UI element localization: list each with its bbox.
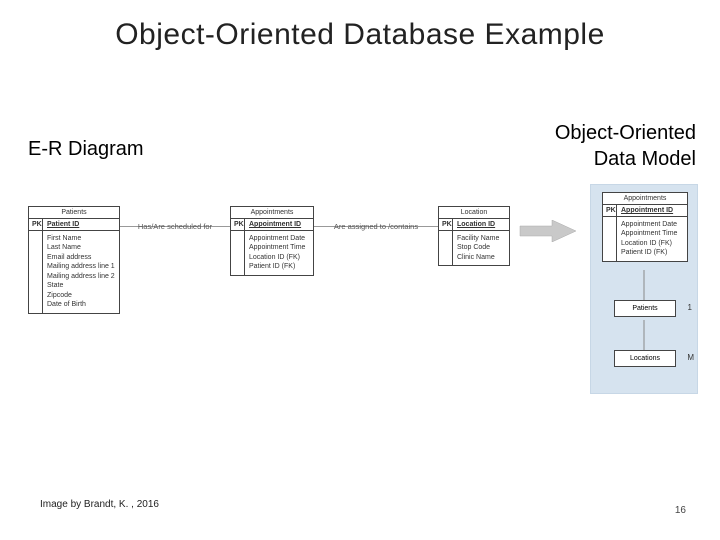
relation-label-1: Has/Are scheduled for [128,222,222,231]
oo-patients-box: Patients [614,300,676,317]
attr: Zipcode [47,291,115,300]
pk-label: PK [29,219,43,230]
oo-appointments-attrs: Appointment Date Appointment Time Locati… [603,217,687,261]
oo-appointments: Appointments PK Appointment ID Appointme… [602,192,688,262]
slide-title: Object-Oriented Database Example [0,18,720,52]
label-oo-line1: Object-Oriented [555,120,696,146]
cardinality-1: 1 [688,303,692,312]
label-oo-data-model: Object-Oriented Data Model [555,120,696,172]
pk-label: PK [439,219,453,230]
attr: Email address [47,253,115,262]
cardinality-m: M [687,353,694,362]
attr: Appointment Time [621,229,683,238]
attr: Date of Birth [47,300,115,309]
entity-patients: Patients PK Patient ID First Name Last N… [28,206,120,314]
pk-field: Patient ID [43,219,119,230]
attr: Appointment Date [249,234,309,243]
oo-appointments-title: Appointments [603,193,687,205]
entity-patients-pkrow: PK Patient ID [29,219,119,231]
entity-location-pkrow: PK Location ID [439,219,509,231]
pk-label: PK [603,205,617,216]
attr: Mailing address line 2 [47,272,115,281]
label-er-diagram: E-R Diagram [28,138,144,161]
attr: Last Name [47,243,115,252]
pk-label: PK [231,219,245,230]
page-number: 16 [675,505,686,516]
relation-label-2: Are assigned to /contains [322,222,430,231]
pk-field: Location ID [453,219,509,230]
entity-location: Location PK Location ID Facility Name St… [438,206,510,266]
label-oo-line2: Data Model [555,146,696,172]
entity-appointments-pkrow: PK Appointment ID [231,219,313,231]
pk-field: Appointment ID [617,205,687,216]
attr: Patient ID (FK) [249,262,309,271]
attr: Clinic Name [457,253,505,262]
attr: Location ID (FK) [249,253,309,262]
slide: Object-Oriented Database Example E-R Dia… [0,0,720,540]
entity-appointments-title: Appointments [231,207,313,219]
attr: Stop Code [457,243,505,252]
entity-location-title: Location [439,207,509,219]
entity-location-attrs: Facility Name Stop Code Clinic Name [439,231,509,265]
attr: Appointment Date [621,220,683,229]
oo-appointments-pkrow: PK Appointment ID [603,205,687,217]
arrow-icon [518,220,578,242]
attr: Facility Name [457,234,505,243]
entity-appointments: Appointments PK Appointment ID Appointme… [230,206,314,276]
image-credit: Image by Brandt, K. , 2016 [40,499,159,510]
er-diagram: Patients PK Patient ID First Name Last N… [28,200,698,400]
attr: Patient ID (FK) [621,248,683,257]
attr: Location ID (FK) [621,239,683,248]
attr: First Name [47,234,115,243]
attr: State [47,281,115,290]
attr: Mailing address line 1 [47,262,115,271]
attr: Appointment Time [249,243,309,252]
oo-locations-box: Locations [614,350,676,367]
pk-field: Appointment ID [245,219,313,230]
entity-patients-title: Patients [29,207,119,219]
entity-patients-attrs: First Name Last Name Email address Maili… [29,231,119,313]
entity-appointments-attrs: Appointment Date Appointment Time Locati… [231,231,313,275]
